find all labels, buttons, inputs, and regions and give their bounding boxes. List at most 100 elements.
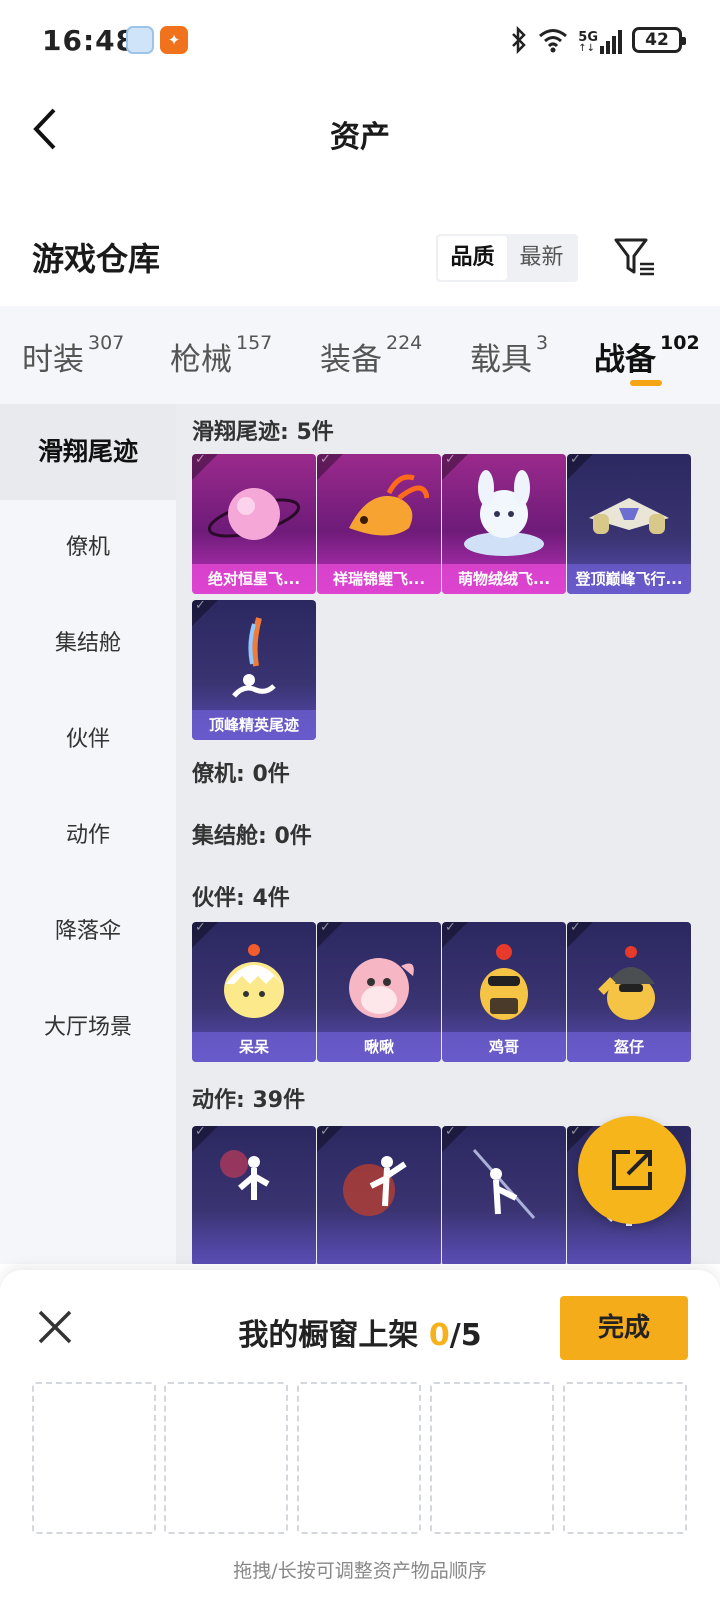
active-tab-indicator bbox=[630, 380, 662, 386]
tab-count: 307 bbox=[88, 332, 125, 354]
status-bar: 16:48 ✦ 5G ↑↓ 42 bbox=[0, 0, 720, 84]
item-name: 鸡哥 bbox=[442, 1032, 566, 1062]
reorder-hint: 拖拽/长按可调整资产物品顺序 bbox=[233, 1560, 487, 1582]
sort-newest-button[interactable]: 最新 bbox=[507, 236, 576, 280]
item-name: 啾啾 bbox=[317, 1032, 441, 1062]
tab-equipment[interactable]: 装备 224 bbox=[320, 332, 423, 379]
sidebar: 滑翔尾迹 僚机 集结舱 伙伴 动作 降落伞 大厅场景 bbox=[0, 404, 176, 1264]
showcase-slot[interactable] bbox=[32, 1382, 156, 1534]
showcase-slot[interactable] bbox=[164, 1382, 288, 1534]
showcase-total: /5 bbox=[449, 1318, 482, 1353]
tab-combat-gear[interactable]: 战备 102 bbox=[594, 332, 700, 379]
share-external-icon bbox=[612, 1150, 652, 1190]
elite-trail-art bbox=[232, 617, 276, 698]
filter-icon[interactable] bbox=[612, 234, 656, 278]
item-name: 祥瑞锦鲤飞... bbox=[317, 564, 441, 594]
notification-app-icon-2: ✦ bbox=[160, 26, 188, 54]
sidebar-item-rally-pod[interactable]: 集结舱 bbox=[0, 596, 176, 692]
share-button[interactable] bbox=[578, 1116, 686, 1224]
item-card[interactable]: 鸡哥 bbox=[442, 922, 566, 1062]
emote-figure-art bbox=[472, 1149, 536, 1219]
tab-count: 157 bbox=[236, 332, 273, 354]
item-card[interactable]: 顶峰精英尾迹 bbox=[192, 600, 316, 740]
section-header: 游戏仓库 品质 最新 bbox=[0, 220, 720, 300]
section-title: 游戏仓库 bbox=[32, 240, 161, 278]
category-heading-rally-pod: 集结舱: 0件 bbox=[192, 824, 312, 849]
item-card[interactable]: 啾啾 bbox=[317, 922, 441, 1062]
status-time: 16:48 bbox=[42, 24, 137, 57]
owned-check-icon bbox=[317, 1126, 343, 1152]
category-heading-partner: 伙伴: 4件 bbox=[192, 886, 290, 911]
item-card[interactable] bbox=[317, 1126, 441, 1264]
done-button[interactable]: 完成 bbox=[560, 1296, 688, 1360]
sidebar-item-parachute[interactable]: 降落伞 bbox=[0, 884, 176, 980]
sort-toggle: 品质 最新 bbox=[436, 234, 578, 282]
rooster-art bbox=[480, 944, 528, 1020]
item-name: 绝对恒星飞... bbox=[192, 564, 316, 594]
category-heading-emote: 动作: 39件 bbox=[192, 1088, 306, 1113]
cellular-signal-icon: 5G ↑↓ bbox=[578, 26, 622, 54]
tab-count: 224 bbox=[386, 332, 423, 354]
chick-egg-art bbox=[224, 944, 284, 1018]
plush-bunny-art bbox=[464, 470, 544, 556]
owned-check-icon bbox=[567, 454, 593, 480]
category-heading-glide: 滑翔尾迹: 5件 bbox=[192, 420, 334, 445]
showcase-sheet: 我的橱窗上架 0/5 完成 拖拽/长按可调整资产物品顺序 bbox=[0, 1270, 720, 1610]
tab-label: 载具 bbox=[470, 342, 532, 378]
owned-check-icon bbox=[192, 922, 218, 948]
tab-label: 战备 bbox=[594, 342, 656, 378]
battery-icon: 42 bbox=[632, 27, 686, 53]
item-name: 顶峰精英尾迹 bbox=[192, 710, 316, 740]
sidebar-item-emote[interactable]: 动作 bbox=[0, 788, 176, 884]
showcase-title-text: 我的橱窗上架 bbox=[238, 1318, 429, 1353]
emote-figure-art bbox=[343, 1156, 407, 1216]
sidebar-item-glide-trail[interactable]: 滑翔尾迹 bbox=[0, 404, 176, 500]
owned-check-icon bbox=[317, 454, 343, 480]
pink-bird-art bbox=[349, 958, 414, 1018]
owned-check-icon bbox=[442, 1126, 468, 1152]
item-card[interactable]: 呆呆 bbox=[192, 922, 316, 1062]
tab-count: 102 bbox=[660, 332, 700, 354]
page-title: 资产 bbox=[330, 120, 390, 155]
tab-label: 装备 bbox=[320, 342, 382, 378]
tab-label: 枪械 bbox=[170, 342, 232, 378]
owned-check-icon bbox=[567, 922, 593, 948]
showcase-slot[interactable] bbox=[430, 1382, 554, 1534]
sidebar-item-lobby-scene[interactable]: 大厅场景 bbox=[0, 980, 176, 1076]
item-card[interactable]: 绝对恒星飞... bbox=[192, 454, 316, 594]
owned-check-icon bbox=[192, 454, 218, 480]
category-heading-wingman: 僚机: 0件 bbox=[192, 762, 290, 787]
item-card[interactable]: 祥瑞锦鲤飞... bbox=[317, 454, 441, 594]
item-card[interactable] bbox=[442, 1126, 566, 1264]
sidebar-item-partner[interactable]: 伙伴 bbox=[0, 692, 176, 788]
sort-quality-button[interactable]: 品质 bbox=[438, 236, 507, 280]
notification-app-icon bbox=[126, 26, 154, 54]
item-card[interactable]: 盔仔 bbox=[567, 922, 691, 1062]
jet-craft-art bbox=[589, 498, 669, 534]
owned-check-icon bbox=[192, 1126, 218, 1152]
owned-check-icon bbox=[317, 922, 343, 948]
showcase-slot[interactable] bbox=[563, 1382, 687, 1534]
wifi-icon bbox=[539, 29, 568, 53]
emote-figure-art bbox=[220, 1150, 270, 1200]
showcase-slot[interactable] bbox=[297, 1382, 421, 1534]
item-name: 盔仔 bbox=[567, 1032, 691, 1062]
tab-label: 时装 bbox=[22, 342, 84, 378]
item-card[interactable]: 萌物绒绒飞... bbox=[442, 454, 566, 594]
item-name: 呆呆 bbox=[192, 1032, 316, 1062]
owned-check-icon bbox=[442, 454, 468, 480]
showcase-count: 0 bbox=[428, 1318, 450, 1353]
helmet-chick-art bbox=[598, 946, 655, 1020]
tab-fashion[interactable]: 时装 307 bbox=[22, 332, 125, 379]
tab-count: 3 bbox=[536, 332, 549, 354]
bluetooth-icon bbox=[512, 26, 527, 54]
status-indicators: 5G ↑↓ 42 bbox=[510, 22, 686, 58]
category-tabs: 时装 307 枪械 157 装备 224 载具 3 战备 102 bbox=[0, 306, 720, 404]
tab-weapons[interactable]: 枪械 157 bbox=[170, 332, 273, 379]
owned-check-icon bbox=[192, 600, 218, 626]
tab-vehicles[interactable]: 载具 3 bbox=[470, 332, 549, 379]
item-card[interactable] bbox=[192, 1126, 316, 1264]
item-name: 萌物绒绒飞... bbox=[442, 564, 566, 594]
item-card[interactable]: 登顶巅峰飞行... bbox=[567, 454, 691, 594]
sidebar-item-wingman[interactable]: 僚机 bbox=[0, 500, 176, 596]
